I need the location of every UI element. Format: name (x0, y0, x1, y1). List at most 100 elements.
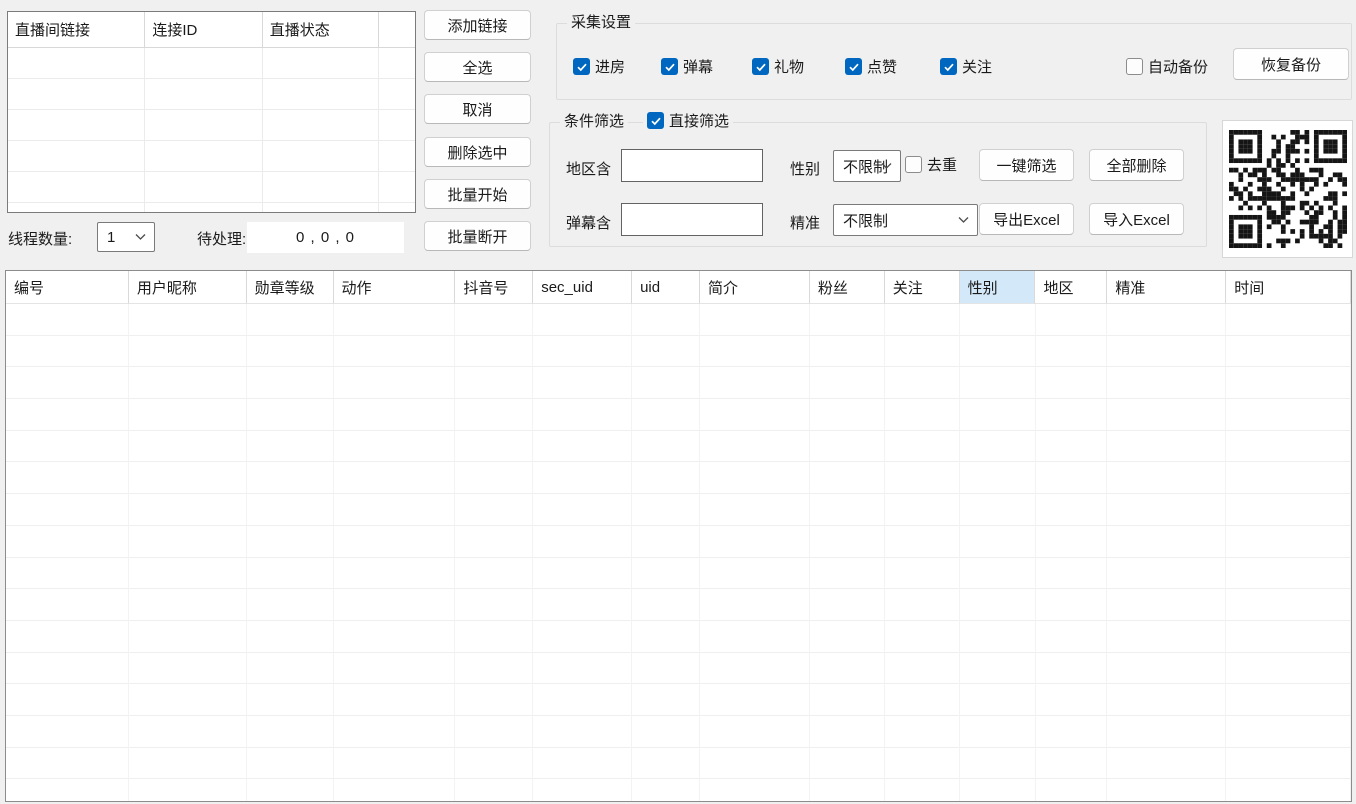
data-table-column-header[interactable]: 地区 (1035, 271, 1107, 304)
link-table-cell (379, 110, 415, 141)
region-contains-input[interactable] (621, 149, 763, 182)
data-table-cell (700, 431, 810, 463)
data-table-column-header[interactable]: 用户昵称 (129, 271, 247, 304)
checkbox-checked-icon[interactable] (661, 58, 678, 75)
link-table-row[interactable] (8, 79, 415, 110)
data-table-row[interactable] (6, 653, 1351, 685)
checkbox-checked-icon[interactable] (845, 58, 862, 75)
data-table-row[interactable] (6, 367, 1351, 399)
data-table-cell (1036, 367, 1108, 399)
link-table-cell (263, 203, 379, 213)
data-table-cell (6, 621, 129, 653)
data-table-column-header[interactable]: 抖音号 (455, 271, 533, 304)
link-table-row[interactable] (8, 110, 415, 141)
data-table-row[interactable] (6, 462, 1351, 494)
link-table-cell (379, 48, 415, 79)
batch-start-button[interactable]: 批量开始 (424, 179, 531, 209)
data-table-column-header[interactable]: 勋章等级 (247, 271, 334, 304)
checkbox-icon[interactable] (905, 156, 922, 173)
export-excel-button[interactable]: 导出Excel (979, 203, 1074, 235)
link-table-row[interactable] (8, 48, 415, 79)
collect-option-label: 进房 (595, 56, 625, 77)
data-table-row[interactable] (6, 526, 1351, 558)
data-table-row[interactable] (6, 589, 1351, 621)
select-all-button[interactable]: 全选 (424, 52, 531, 82)
data-table-cell (1226, 431, 1351, 463)
data-table-row[interactable] (6, 336, 1351, 368)
data-table-cell (632, 304, 700, 336)
data-table-column-header[interactable]: 关注 (885, 271, 960, 304)
data-table-cell (129, 589, 247, 621)
checkbox-checked-icon[interactable] (940, 58, 957, 75)
delete-selected-button[interactable]: 删除选中 (424, 137, 531, 167)
data-table-row[interactable] (6, 621, 1351, 653)
data-table-cell (334, 494, 456, 526)
data-table-cell (1226, 367, 1351, 399)
data-table-column-header[interactable]: 动作 (334, 271, 456, 304)
checkbox-checked-icon[interactable] (752, 58, 769, 75)
filter-settings-group: 条件筛选 直接筛选 地区含 性别 不限制 去重 一键筛选 全部删除 弹幕含 精准… (549, 122, 1207, 247)
data-table-cell (1036, 431, 1108, 463)
checkbox-checked-icon[interactable] (647, 112, 664, 129)
data-table-row[interactable] (6, 684, 1351, 716)
thread-count-select[interactable]: 1 (97, 222, 155, 252)
link-table-column-header[interactable]: 直播间链接 (8, 12, 145, 48)
gender-select[interactable]: 不限制 (833, 150, 901, 182)
data-table-column-header[interactable]: 编号 (6, 271, 129, 304)
data-table-row[interactable] (6, 494, 1351, 526)
link-table-column-header[interactable]: 直播状态 (263, 12, 379, 48)
collect-option-danmaku[interactable]: 弹幕 (661, 56, 713, 77)
one-key-filter-button[interactable]: 一键筛选 (979, 149, 1074, 181)
data-table-row[interactable] (6, 779, 1351, 802)
data-table-row[interactable] (6, 304, 1351, 336)
data-table-column-header[interactable]: 简介 (700, 271, 810, 304)
live-link-table[interactable]: 直播间链接连接ID直播状态 (7, 11, 416, 213)
pending-count-value: 0 , 0 , 0 (247, 222, 404, 253)
link-table-column-header[interactable] (379, 12, 415, 48)
link-table-row[interactable] (8, 203, 415, 213)
data-table-column-header[interactable]: 性别 (960, 271, 1036, 304)
link-table-column-header[interactable]: 连接ID (145, 12, 262, 48)
data-table-column-header[interactable]: 时间 (1226, 271, 1351, 304)
data-table-row[interactable] (6, 748, 1351, 780)
add-link-button[interactable]: 添加链接 (424, 10, 531, 40)
data-table-cell (1226, 462, 1351, 494)
link-table-row[interactable] (8, 172, 415, 203)
delete-all-button[interactable]: 全部删除 (1089, 149, 1184, 181)
data-table-cell (1226, 779, 1351, 802)
cancel-button[interactable]: 取消 (424, 94, 531, 124)
collect-option-enter-room[interactable]: 进房 (573, 56, 625, 77)
data-table-column-header[interactable]: uid (632, 271, 700, 304)
data-table-column-header[interactable]: 粉丝 (810, 271, 885, 304)
user-data-table[interactable]: 编号用户昵称勋章等级动作抖音号sec_uiduid简介粉丝关注性别地区精准时间 (5, 270, 1352, 802)
data-table-cell (632, 589, 700, 621)
checkbox-checked-icon[interactable] (573, 58, 590, 75)
collect-option-follow[interactable]: 关注 (940, 56, 992, 77)
collect-option-gift[interactable]: 礼物 (752, 56, 804, 77)
data-table-cell (1036, 558, 1108, 590)
data-table-cell (6, 653, 129, 685)
data-table-cell (700, 399, 810, 431)
danmaku-contains-input[interactable] (621, 203, 763, 236)
data-table-cell (632, 779, 700, 802)
restore-backup-button[interactable]: 恢复备份 (1233, 48, 1349, 80)
data-table-row[interactable] (6, 716, 1351, 748)
collect-option-like[interactable]: 点赞 (845, 56, 897, 77)
direct-filter-checkbox[interactable]: 直接筛选 (643, 110, 733, 131)
data-table-column-header[interactable]: sec_uid (533, 271, 632, 304)
dedupe-checkbox[interactable]: 去重 (905, 154, 957, 175)
data-table-column-header[interactable]: 精准 (1107, 271, 1226, 304)
link-table-row[interactable] (8, 141, 415, 172)
auto-backup-checkbox[interactable]: 自动备份 (1126, 56, 1208, 77)
data-table-cell (632, 653, 700, 685)
checkbox-icon[interactable] (1126, 58, 1143, 75)
data-table-cell (960, 653, 1036, 685)
data-table-cell (455, 748, 533, 780)
precise-select[interactable]: 不限制 (833, 204, 978, 236)
import-excel-button[interactable]: 导入Excel (1089, 203, 1184, 235)
data-table-cell (533, 621, 632, 653)
batch-disconnect-button[interactable]: 批量断开 (424, 221, 531, 251)
data-table-row[interactable] (6, 431, 1351, 463)
data-table-row[interactable] (6, 399, 1351, 431)
data-table-row[interactable] (6, 558, 1351, 590)
